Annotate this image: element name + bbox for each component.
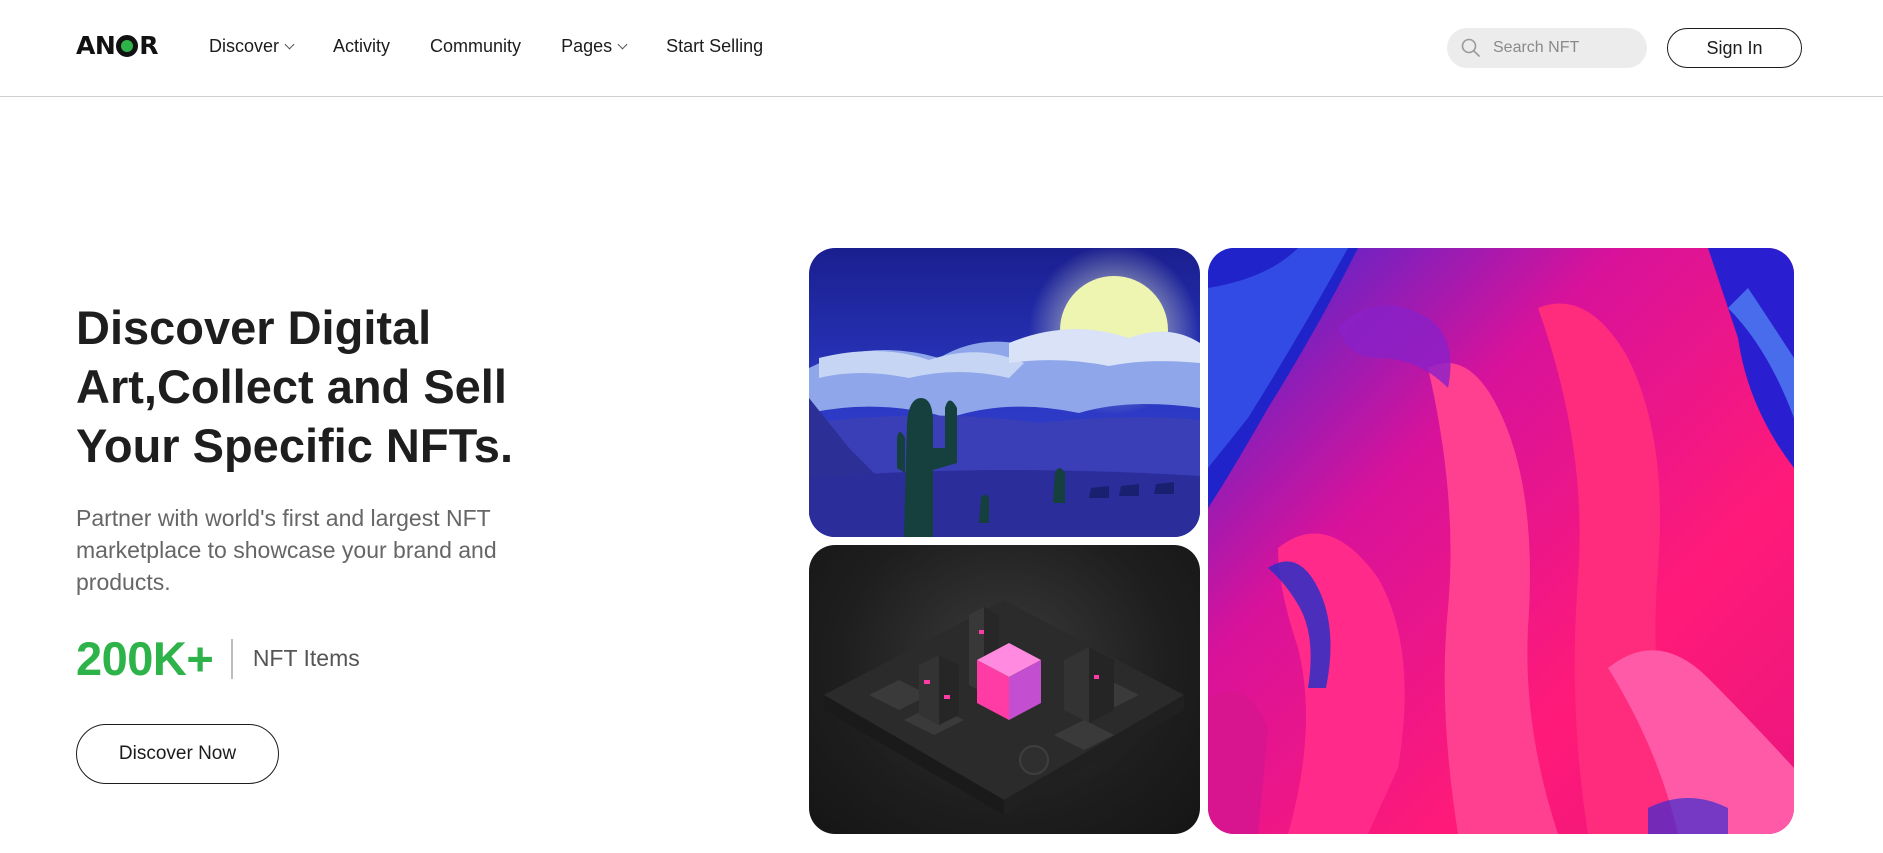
nav-item-community[interactable]: Community [430, 36, 521, 57]
chevron-down-icon [617, 39, 628, 50]
sign-in-button[interactable]: Sign In [1667, 28, 1802, 68]
chevron-down-icon [284, 39, 295, 50]
nav-item-label: Pages [561, 36, 613, 56]
site-header: AN R Discover Activity Community Pages St… [0, 0, 1883, 97]
moon-desert-artwork[interactable] [809, 248, 1200, 537]
abstract-paint-artwork[interactable] [1208, 248, 1794, 834]
stat-divider [231, 638, 233, 679]
nav-item-pages[interactable]: Pages [561, 36, 628, 57]
logo-text-left: AN [76, 31, 116, 60]
nav-item-label: Activity [333, 36, 391, 56]
search-icon [1461, 38, 1480, 57]
nav-item-activity[interactable]: Activity [333, 36, 390, 57]
search-input[interactable] [1493, 39, 1633, 57]
logo-text-right: R [139, 31, 159, 60]
nav-item-label: Start Selling [666, 36, 764, 56]
nav-item-label: Discover [209, 36, 280, 56]
hero-subtitle: Partner with world's first and largest N… [76, 505, 497, 595]
nav-item-start-selling[interactable]: Start Selling [666, 36, 763, 57]
nav-item-discover[interactable]: Discover [209, 36, 295, 57]
logo[interactable]: AN R [76, 31, 159, 60]
stat-value: 200K+ [76, 632, 214, 685]
main-nav: Discover Activity Community Pages Start … [209, 36, 763, 57]
stat-block: 200K+ NFT Items [76, 631, 360, 686]
stat-label: NFT Items [252, 645, 360, 671]
search-box[interactable] [1447, 28, 1647, 68]
hero-title: Discover Digital Art,Collect and Sell Yo… [76, 301, 513, 472]
isometric-city-artwork[interactable] [809, 545, 1200, 834]
nav-item-label: Community [430, 36, 522, 56]
logo-o-mark [116, 34, 139, 57]
discover-now-button[interactable]: Discover Now [76, 724, 279, 784]
